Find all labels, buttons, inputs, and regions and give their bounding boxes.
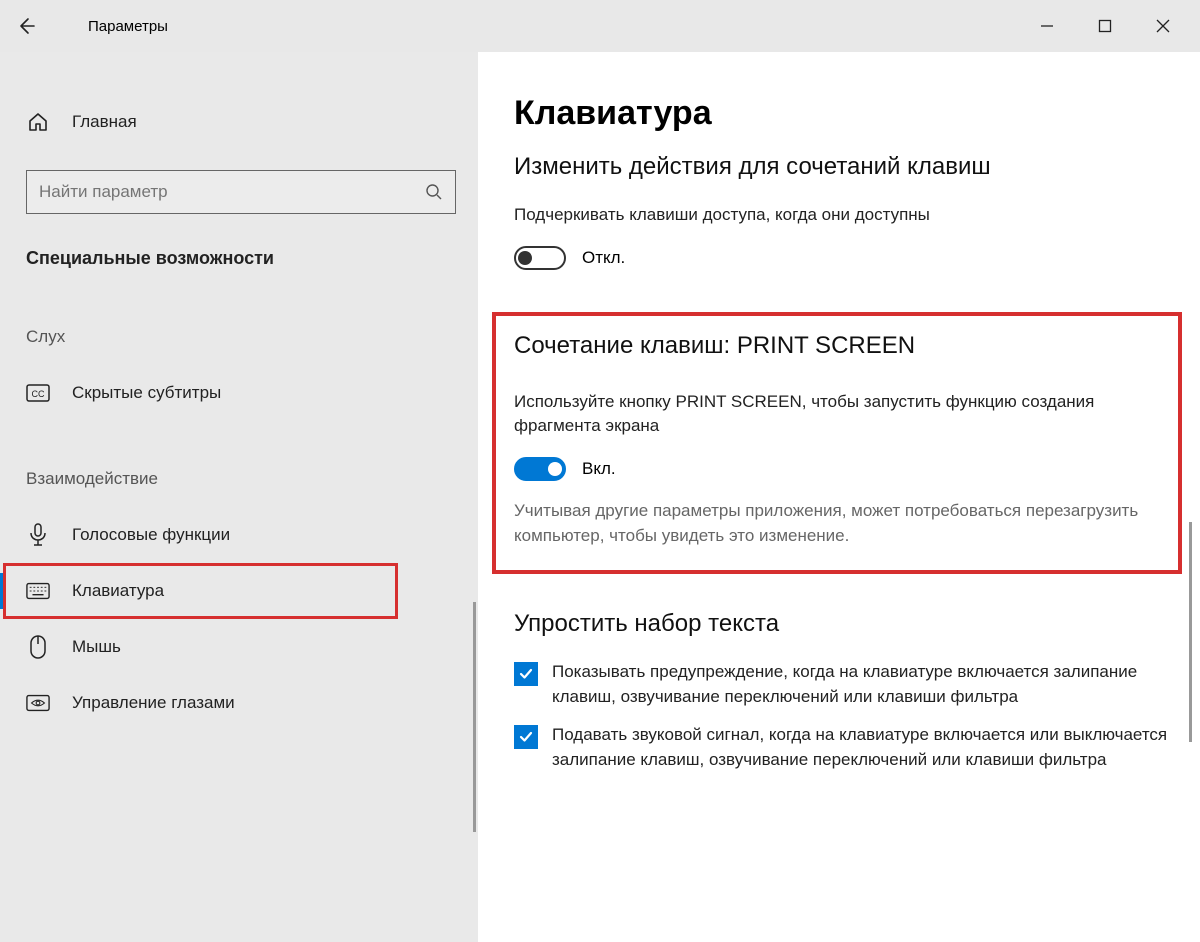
back-button[interactable] xyxy=(0,0,52,52)
scrollbar[interactable] xyxy=(473,602,476,832)
toggle-state-label: Откл. xyxy=(582,248,625,268)
sidebar-item-eye-control[interactable]: Управление глазами xyxy=(0,675,478,731)
section-shortcuts: Изменить действия для сочетаний клавиш П… xyxy=(514,153,1172,270)
close-button[interactable] xyxy=(1134,6,1192,46)
setting-description: Используйте кнопку PRINT SCREEN, чтобы з… xyxy=(514,390,1160,439)
keyboard-icon xyxy=(26,582,50,600)
sidebar-section-header: Специальные возможности xyxy=(0,238,478,279)
section-title: Сочетание клавиш: PRINT SCREEN xyxy=(514,332,1160,360)
microphone-icon xyxy=(26,523,50,547)
toggle-underline-access-keys[interactable] xyxy=(514,246,566,270)
home-icon xyxy=(26,111,50,133)
content-panel: Клавиатура Изменить действия для сочетан… xyxy=(478,52,1200,942)
minimize-icon xyxy=(1040,19,1054,33)
section-simplify-typing: Упростить набор текста Показывать предуп… xyxy=(514,610,1172,773)
helper-text: Учитывая другие параметры приложения, мо… xyxy=(514,499,1160,548)
page-title: Клавиатура xyxy=(514,94,1172,133)
sidebar-home-label: Главная xyxy=(72,112,137,132)
sidebar-home[interactable]: Главная xyxy=(0,96,478,148)
search-box[interactable] xyxy=(26,170,456,214)
sidebar-item-label: Мышь xyxy=(72,637,121,657)
annotation-highlight: Сочетание клавиш: PRINT SCREEN Используй… xyxy=(492,312,1182,575)
checkbox-label: Подавать звуковой сигнал, когда на клави… xyxy=(552,723,1172,772)
checkbox-label: Показывать предупреждение, когда на клав… xyxy=(552,660,1172,709)
setting-description: Подчеркивать клавиши доступа, когда они … xyxy=(514,203,1172,228)
sidebar-item-speech[interactable]: Голосовые функции xyxy=(0,507,478,563)
toggle-printscreen-snipping[interactable] xyxy=(514,457,566,481)
eye-control-icon xyxy=(26,694,50,712)
captions-icon: CC xyxy=(26,384,50,402)
titlebar: Параметры xyxy=(0,0,1200,52)
search-icon xyxy=(425,183,443,201)
close-icon xyxy=(1156,19,1170,33)
maximize-icon xyxy=(1098,19,1112,33)
checkbox-show-warning[interactable] xyxy=(514,662,538,686)
scrollbar[interactable] xyxy=(1189,522,1192,742)
sidebar-item-label: Голосовые функции xyxy=(72,525,230,545)
sidebar-item-keyboard[interactable]: Клавиатура xyxy=(0,563,478,619)
check-icon xyxy=(518,729,534,745)
search-input[interactable] xyxy=(39,182,425,202)
mouse-icon xyxy=(26,635,50,659)
sidebar-group-interaction: Взаимодействие xyxy=(0,421,478,507)
minimize-button[interactable] xyxy=(1018,6,1076,46)
sidebar: Главная Специальные возможности Слух CC xyxy=(0,52,478,942)
sidebar-group-hearing: Слух xyxy=(0,279,478,365)
section-title: Изменить действия для сочетаний клавиш xyxy=(514,153,1172,181)
sidebar-item-label: Клавиатура xyxy=(72,581,164,601)
titlebar-title: Параметры xyxy=(88,18,1018,35)
window-controls xyxy=(1018,6,1192,46)
toggle-state-label: Вкл. xyxy=(582,459,616,479)
check-icon xyxy=(518,666,534,682)
sidebar-item-mouse[interactable]: Мышь xyxy=(0,619,478,675)
sidebar-item-label: Скрытые субтитры xyxy=(72,383,221,403)
checkbox-make-sound[interactable] xyxy=(514,725,538,749)
svg-text:CC: CC xyxy=(32,389,45,399)
sidebar-item-captions[interactable]: CC Скрытые субтитры xyxy=(0,365,478,421)
arrow-left-icon xyxy=(16,16,36,36)
sidebar-item-label: Управление глазами xyxy=(72,693,235,713)
maximize-button[interactable] xyxy=(1076,6,1134,46)
section-title: Упростить набор текста xyxy=(514,610,1172,638)
